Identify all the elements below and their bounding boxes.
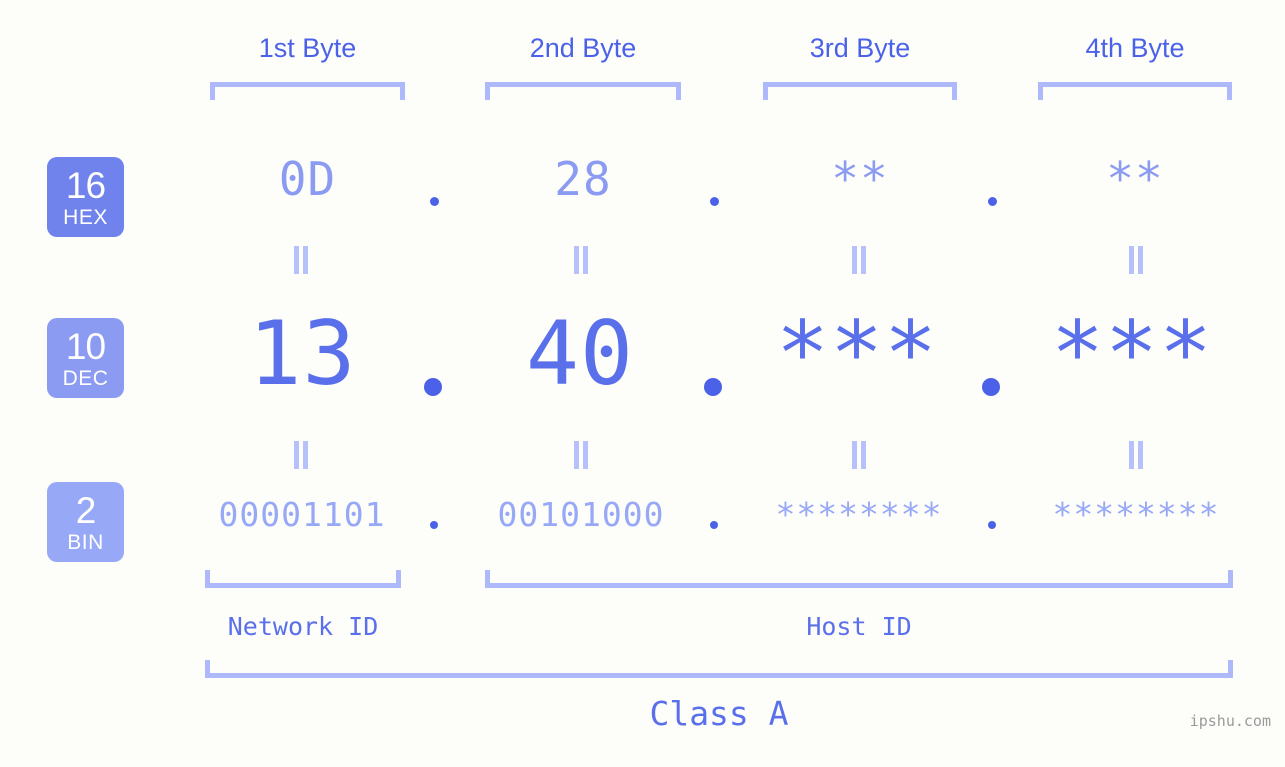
radix-badge-hex-number: 16 bbox=[65, 164, 106, 206]
class-label: Class A bbox=[649, 694, 789, 733]
bin-separator-dot-2 bbox=[710, 521, 718, 529]
hex-separator-dot-2 bbox=[710, 197, 719, 206]
hex-separator-dot-1 bbox=[430, 197, 439, 206]
byte-bracket-4 bbox=[1038, 82, 1232, 100]
radix-badge-dec-system: DEC bbox=[62, 366, 109, 390]
dec-separator-dot-1 bbox=[424, 378, 442, 396]
dec-byte-3: *** bbox=[776, 302, 938, 405]
radix-badge-dec: 10 DEC bbox=[47, 318, 124, 398]
host-id-label: Host ID bbox=[806, 612, 912, 641]
class-bracket bbox=[205, 660, 1233, 678]
equals-marker-dec-bin-4 bbox=[1128, 441, 1144, 469]
radix-badge-bin-number: 2 bbox=[75, 489, 97, 531]
hex-byte-4: ** bbox=[1106, 152, 1164, 206]
byte-bracket-3 bbox=[763, 82, 957, 100]
equals-marker-dec-bin-3 bbox=[851, 441, 867, 469]
byte-header-2: 2nd Byte bbox=[529, 33, 637, 63]
radix-badge-bin-system: BIN bbox=[67, 530, 104, 554]
bin-separator-dot-1 bbox=[430, 521, 438, 529]
dec-separator-dot-3 bbox=[982, 378, 1000, 396]
network-id-label: Network ID bbox=[227, 612, 379, 641]
byte-header-1: 1st Byte bbox=[258, 33, 357, 63]
dec-separator-dot-2 bbox=[704, 378, 722, 396]
equals-marker-hex-dec-4 bbox=[1128, 246, 1144, 274]
byte-header-4: 4th Byte bbox=[1085, 33, 1185, 63]
bin-byte-2: 00101000 bbox=[497, 495, 665, 534]
watermark: ipshu.com bbox=[1189, 712, 1271, 730]
hex-byte-2: 28 bbox=[554, 152, 612, 206]
equals-marker-hex-dec-3 bbox=[851, 246, 867, 274]
byte-header-3: 3rd Byte bbox=[809, 33, 911, 63]
radix-badge-hex-system: HEX bbox=[63, 205, 108, 229]
equals-marker-dec-bin-1 bbox=[293, 441, 309, 469]
equals-marker-hex-dec-2 bbox=[573, 246, 589, 274]
radix-badge-hex: 16 HEX bbox=[47, 157, 124, 237]
hex-byte-1: 0D bbox=[278, 152, 337, 206]
bin-byte-1: 00001101 bbox=[218, 495, 386, 534]
hex-separator-dot-3 bbox=[988, 197, 997, 206]
equals-marker-dec-bin-2 bbox=[573, 441, 589, 469]
dec-byte-2: 40 bbox=[526, 302, 634, 405]
bin-byte-4: ******** bbox=[1052, 495, 1220, 534]
network-id-bracket bbox=[205, 570, 401, 588]
hex-byte-3: ** bbox=[831, 152, 889, 206]
byte-bracket-2 bbox=[485, 82, 681, 100]
dec-byte-4: *** bbox=[1051, 302, 1213, 405]
radix-badge-bin: 2 BIN bbox=[47, 482, 124, 562]
bin-byte-3: ******** bbox=[775, 495, 943, 534]
bin-separator-dot-3 bbox=[988, 521, 996, 529]
equals-marker-hex-dec-1 bbox=[293, 246, 309, 274]
host-id-bracket bbox=[485, 570, 1233, 588]
ip-breakdown-diagram: 1st Byte 2nd Byte 3rd Byte 4th Byte 16 H… bbox=[0, 0, 1285, 767]
byte-bracket-1 bbox=[210, 82, 405, 100]
dec-byte-1: 13 bbox=[248, 302, 357, 405]
radix-badge-dec-number: 10 bbox=[65, 325, 106, 367]
